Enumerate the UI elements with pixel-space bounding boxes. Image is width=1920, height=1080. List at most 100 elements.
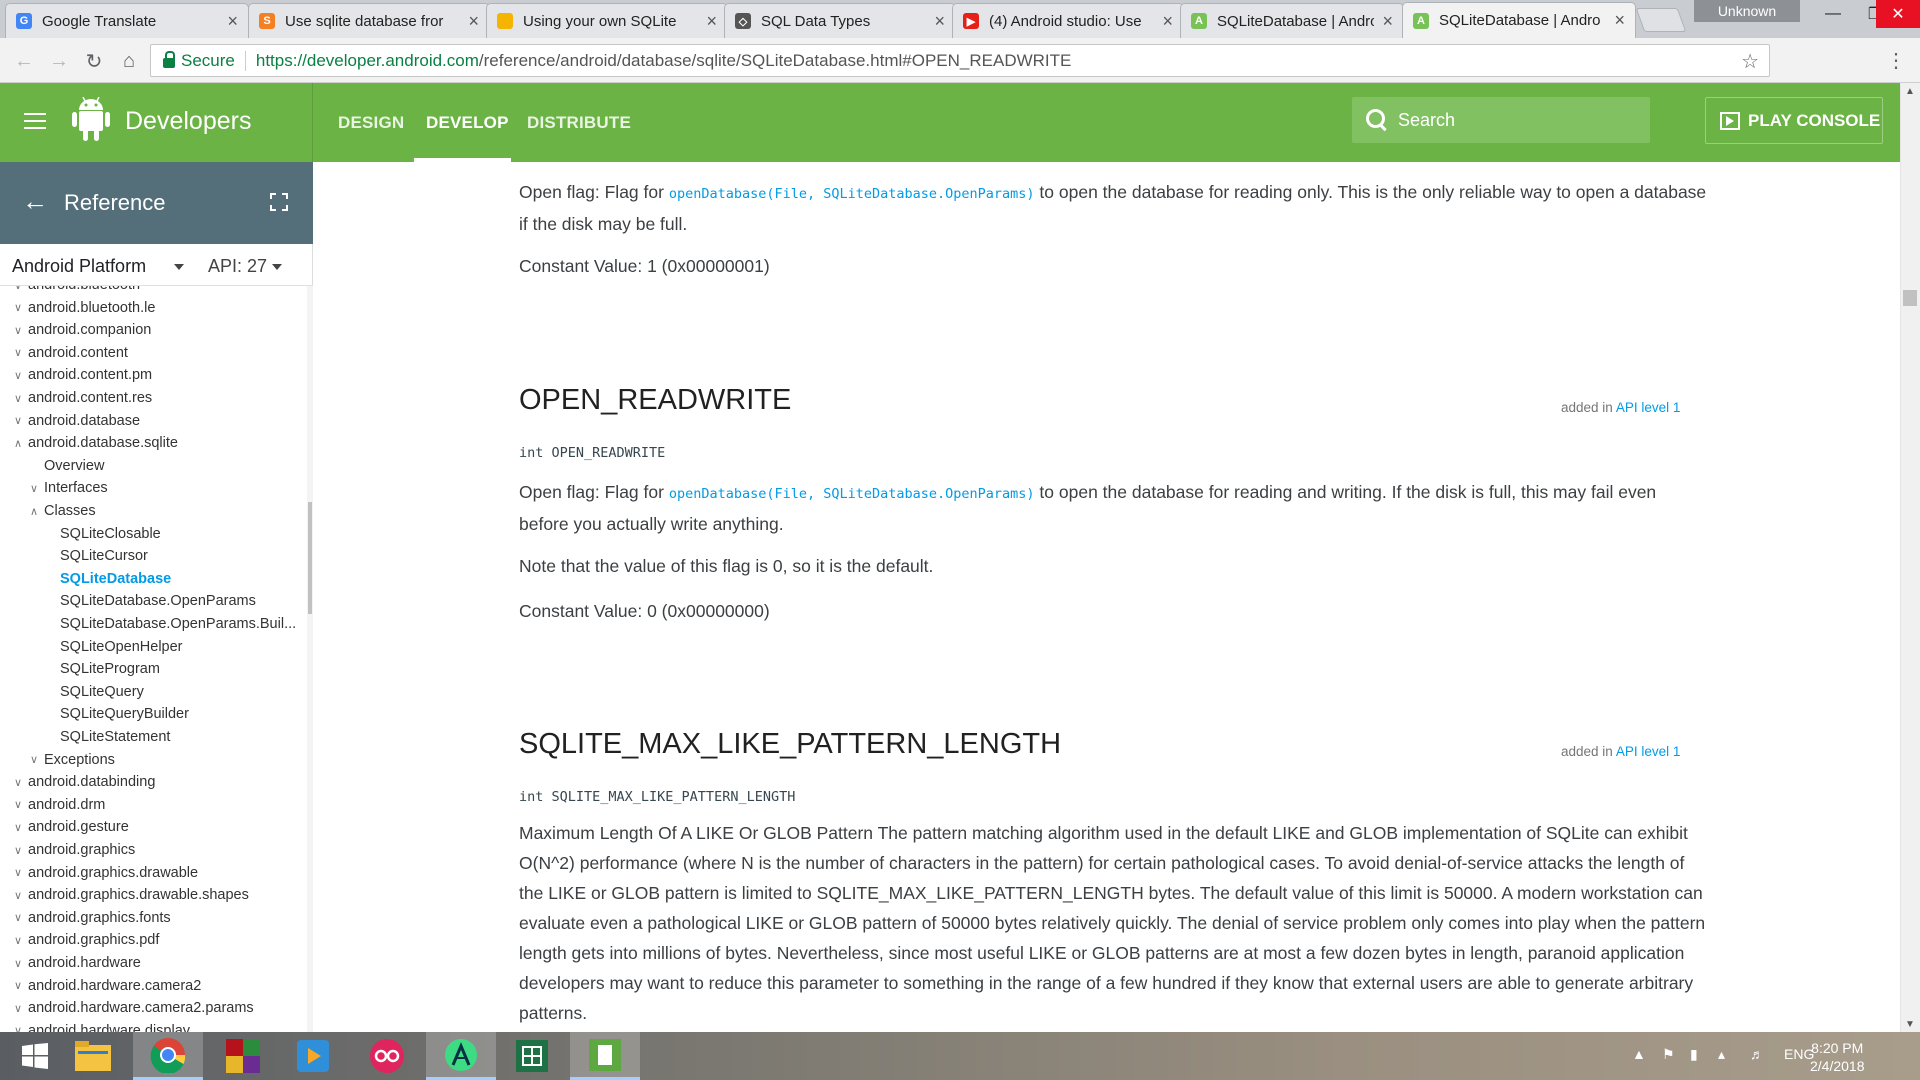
tab-close-icon[interactable]: × [934, 11, 945, 32]
forward-icon[interactable]: → [45, 47, 73, 75]
sidebar-item[interactable]: SQLiteDatabase.OpenParams.Buil... [44, 613, 296, 635]
page-scrollbar[interactable] [1900, 83, 1920, 1032]
excel-icon[interactable] [497, 1032, 567, 1080]
chevron-up-icon[interactable]: ∧ [28, 505, 40, 518]
sidebar-item[interactable]: ∨ android.databinding [12, 771, 155, 793]
sidebar-item[interactable]: ∨ android.drm [12, 794, 105, 816]
chevron-down-icon[interactable]: ∨ [12, 286, 24, 292]
back-arrow-icon[interactable]: ← [22, 186, 48, 217]
chevron-down-icon[interactable]: ∨ [28, 753, 40, 766]
flag-icon[interactable]: ⚑ [1662, 1046, 1675, 1063]
bookmark-star-icon[interactable]: ☆ [1741, 49, 1759, 74]
sidebar-item[interactable]: ∧ Classes [28, 500, 96, 522]
chevron-down-icon[interactable]: ∨ [12, 957, 24, 970]
chevron-down-icon[interactable]: ∨ [12, 1002, 24, 1015]
sidebar-item[interactable]: ∨ android.graphics [12, 839, 135, 861]
tab-close-icon[interactable]: × [227, 11, 238, 32]
chevron-down-icon[interactable]: ∨ [12, 369, 24, 382]
sidebar-item[interactable]: ∨ android.database [12, 410, 140, 432]
sidebar-item[interactable]: SQLiteDatabase.OpenParams [44, 590, 256, 612]
chevron-down-icon[interactable]: ∨ [12, 821, 24, 834]
page-scroll-thumb[interactable] [1903, 290, 1917, 306]
browser-tab[interactable]: Using your own SQLite × [486, 3, 728, 38]
close-window-icon[interactable]: ✕ [1876, 0, 1920, 28]
sidebar-item[interactable]: SQLiteQuery [44, 681, 144, 703]
minimize-icon[interactable]: — [1810, 0, 1856, 28]
chevron-down-icon[interactable]: ∨ [12, 301, 24, 314]
tab-close-icon[interactable]: × [706, 11, 717, 32]
scroll-down-icon[interactable]: ▼ [1900, 1016, 1920, 1032]
android-logo-icon[interactable] [72, 97, 110, 145]
battery-icon[interactable]: ▮ [1690, 1046, 1698, 1063]
api-level-link[interactable]: API level 1 [1616, 400, 1681, 415]
chevron-down-icon[interactable]: ∨ [12, 798, 24, 811]
media-player-icon[interactable] [278, 1032, 348, 1080]
chevron-up-icon[interactable]: ∧ [12, 437, 24, 450]
chevron-down-icon[interactable]: ∨ [12, 414, 24, 427]
platform-dropdown[interactable]: Android Platform [12, 256, 146, 277]
nav-tab-design[interactable]: DESIGN [338, 113, 404, 133]
browser-tab[interactable]: A SQLiteDatabase | Andro × [1180, 3, 1404, 38]
tray-overflow-icon[interactable]: ▲ [1632, 1046, 1646, 1062]
new-tab-button[interactable] [1635, 8, 1687, 32]
chevron-down-icon[interactable]: ∨ [12, 392, 24, 405]
api-level-dropdown[interactable]: API: 27 [208, 256, 267, 277]
back-icon[interactable]: ← [10, 47, 38, 75]
chevron-down-icon[interactable]: ∨ [28, 482, 40, 495]
open-database-link[interactable]: openDatabase(File, SQLiteDatabase.OpenPa… [669, 486, 1035, 502]
sidebar-item[interactable]: ∨ Exceptions [28, 749, 115, 771]
sidebar-item[interactable]: ∧ android.database.sqlite [12, 432, 178, 454]
android-studio-icon[interactable] [426, 1032, 496, 1080]
api-caret-icon[interactable] [272, 264, 282, 270]
sidebar-item[interactable]: ∨ android.graphics.drawable [12, 862, 198, 884]
open-database-link[interactable]: openDatabase(File, SQLiteDatabase.OpenPa… [669, 186, 1035, 202]
sidebar-item[interactable]: SQLiteProgram [44, 658, 160, 680]
sidebar-item[interactable]: Overview [28, 455, 104, 477]
chevron-down-icon[interactable]: ∨ [12, 844, 24, 857]
chevron-down-icon[interactable]: ∨ [12, 324, 24, 337]
browser-menu-icon[interactable]: ⋮ [1886, 48, 1906, 72]
chevron-down-icon[interactable]: ∨ [12, 934, 24, 947]
browser-tab[interactable]: ◇ SQL Data Types × [724, 3, 956, 38]
chevron-down-icon[interactable]: ∨ [12, 346, 24, 359]
profile-button[interactable]: Unknown [1694, 0, 1800, 22]
chevron-down-icon[interactable]: ∨ [12, 776, 24, 789]
nav-tab-develop[interactable]: DEVELOP [426, 113, 509, 133]
sidebar-item[interactable]: SQLiteCursor [44, 545, 148, 567]
tab-close-icon[interactable]: × [468, 11, 479, 32]
tab-close-icon[interactable]: × [1162, 11, 1173, 32]
browser-tab[interactable]: G Google Translate × [5, 3, 249, 38]
sidebar-item[interactable]: ∨ android.content [12, 342, 128, 364]
platform-caret-icon[interactable] [174, 264, 184, 270]
sidebar-item[interactable]: ∨ android.hardware.camera2.params [12, 997, 254, 1019]
volume-icon[interactable]: ♬ [1750, 1046, 1764, 1062]
fullscreen-icon[interactable] [270, 193, 288, 211]
sidebar-item[interactable]: ∨ android.content.res [12, 387, 152, 409]
sidebar-item[interactable]: ∨ android.hardware [12, 952, 141, 974]
chevron-down-icon[interactable]: ∨ [12, 889, 24, 902]
browser-tab[interactable]: ▶ (4) Android studio: Use × [952, 3, 1184, 38]
fling-icon[interactable] [352, 1032, 422, 1080]
sidebar-item[interactable]: ∨ android.graphics.drawable.shapes [12, 884, 249, 906]
chevron-down-icon[interactable]: ∨ [12, 979, 24, 992]
browser-tab[interactable]: A SQLiteDatabase | Andro × [1402, 2, 1636, 38]
sidebar-item[interactable]: ∨ android.hardware.camera2 [12, 975, 201, 997]
reload-icon[interactable]: ↻ [80, 47, 108, 75]
chevron-down-icon[interactable]: ∨ [12, 911, 24, 924]
api-level-link[interactable]: API level 1 [1616, 744, 1681, 759]
sidebar-item[interactable]: ∨ android.content.pm [12, 364, 152, 386]
sidebar-item[interactable]: ∨ Interfaces [28, 477, 108, 499]
sidebar-item[interactable]: ∨ android.bluetooth [12, 286, 140, 296]
network-icon[interactable]: ▴ [1718, 1046, 1725, 1063]
sidebar-item[interactable]: SQLiteStatement [44, 726, 170, 748]
chevron-down-icon[interactable]: ∨ [12, 1024, 24, 1032]
brand-name[interactable]: Developers [125, 107, 251, 136]
tab-close-icon[interactable]: × [1382, 11, 1393, 32]
tab-close-icon[interactable]: × [1614, 10, 1625, 31]
sidebar-scroll-thumb[interactable] [308, 502, 312, 614]
chrome-icon[interactable] [133, 1032, 203, 1080]
hamburger-menu-icon[interactable] [24, 113, 46, 129]
sidebar-item[interactable]: SQLiteQueryBuilder [44, 703, 189, 725]
sidebar-item[interactable]: ∨ android.graphics.pdf [12, 929, 159, 951]
browser-tab[interactable]: S Use sqlite database fror × [248, 3, 490, 38]
